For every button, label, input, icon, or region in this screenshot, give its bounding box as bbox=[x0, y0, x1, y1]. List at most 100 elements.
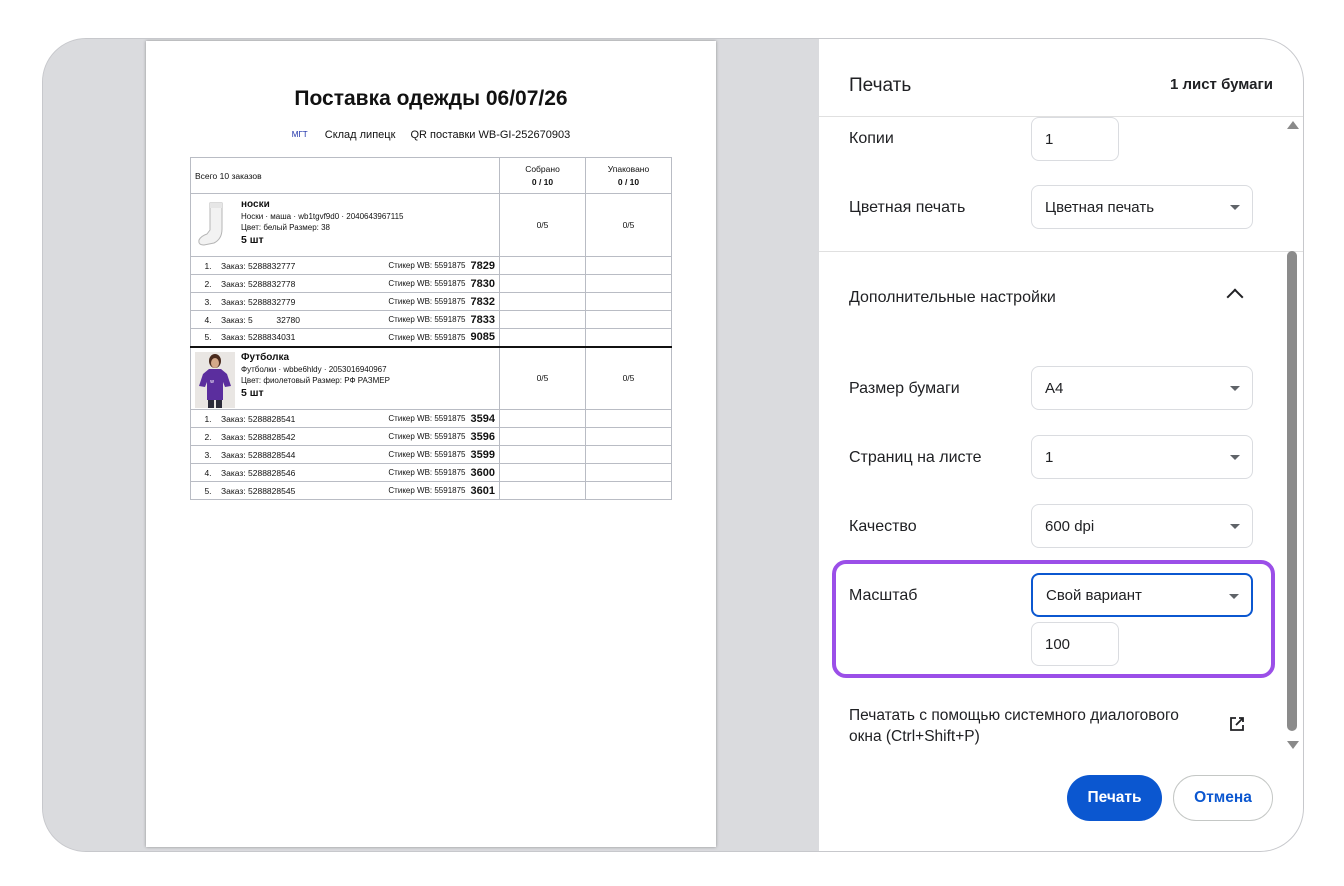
order-id: Заказ: 5 32780 bbox=[221, 314, 300, 325]
document-subtitle: МГТ Склад липецк QR поставки WB-GI-25267… bbox=[146, 129, 716, 141]
sticker-id: Стикер WB: 5591875 bbox=[388, 315, 466, 324]
order-number: 2. bbox=[204, 431, 212, 442]
sticker-id: Стикер WB: 5591875 bbox=[388, 432, 466, 441]
chevron-up-icon[interactable] bbox=[1226, 288, 1244, 306]
table-row: 4. Заказ: 5 32780 Стикер WB: 5591875 7833 bbox=[190, 310, 672, 329]
table-row: 5. Заказ: 5288834031 Стикер WB: 5591875 908… bbox=[190, 328, 672, 347]
brand-tag: МГТ bbox=[291, 130, 308, 139]
table-row: 1. Заказ: 5288828541 Стикер WB: 5591875 359… bbox=[190, 409, 672, 428]
table-header-row: Всего 10 заказов Собрано 0 / 10 Упакован… bbox=[190, 157, 672, 194]
paper-size-label: Размер бумаги bbox=[849, 380, 960, 397]
sock-icon bbox=[195, 199, 235, 251]
print-button[interactable]: Печать bbox=[1067, 775, 1162, 821]
sticker-last4: 3601 bbox=[470, 484, 495, 497]
scrollbar-thumb[interactable] bbox=[1287, 251, 1297, 731]
product-name: носки bbox=[241, 199, 270, 210]
order-id: Заказ: 5288828544 bbox=[221, 449, 296, 460]
warehouse-name: Склад липецк bbox=[324, 129, 396, 141]
scroll-down-icon[interactable] bbox=[1287, 741, 1299, 749]
scale-label: Масштаб bbox=[849, 587, 918, 604]
scale-select-value: Свой вариант bbox=[1046, 586, 1142, 604]
advanced-settings-label[interactable]: Дополнительные настройки bbox=[849, 289, 1056, 307]
svg-text:w: w bbox=[210, 379, 214, 385]
pages-per-sheet-label: Страниц на листе bbox=[849, 449, 982, 466]
product-attributes: Цвет: фиолетовый Размер: РФ РАЗМЕР bbox=[241, 376, 390, 386]
order-id: Заказ: 5288832778 bbox=[221, 278, 296, 289]
sticker-last4: 3599 bbox=[470, 448, 495, 461]
sticker-id: Стикер WB: 5591875 bbox=[388, 468, 466, 477]
scale-select[interactable]: Свой вариант bbox=[1031, 573, 1253, 617]
quality-label: Качество bbox=[849, 518, 917, 535]
product-packed: 0/5 bbox=[585, 193, 672, 257]
chevron-down-icon bbox=[1230, 455, 1240, 460]
chevron-down-icon bbox=[1230, 524, 1240, 529]
color-select-value: Цветная печать bbox=[1045, 198, 1155, 216]
color-select[interactable]: Цветная печать bbox=[1031, 185, 1253, 229]
order-id: Заказ: 5288828542 bbox=[221, 431, 296, 442]
chevron-down-icon bbox=[1230, 205, 1240, 210]
table-row: 1. Заказ: 5288832777 Стикер WB: 5591875 782… bbox=[190, 256, 672, 275]
product-collected: 0/5 bbox=[499, 193, 586, 257]
order-number: 5. bbox=[204, 332, 212, 343]
print-settings-panel: Печать 1 лист бумаги Копии 1 Цветная печ… bbox=[819, 39, 1303, 851]
sticker-id: Стикер WB: 5591875 bbox=[388, 297, 466, 306]
packed-value: 0 / 10 bbox=[617, 177, 640, 187]
qr-code: WB-GI-252670903 bbox=[478, 129, 571, 141]
open-in-new-icon[interactable] bbox=[1229, 716, 1245, 732]
order-number: 3. bbox=[204, 296, 212, 307]
tshirt-photo: w bbox=[195, 352, 235, 409]
order-number: 3. bbox=[204, 449, 212, 460]
pages-per-sheet-select[interactable]: 1 bbox=[1031, 435, 1253, 479]
quality-value: 600 dpi bbox=[1045, 517, 1095, 535]
sticker-last4: 3596 bbox=[470, 430, 495, 443]
product-row: носки Носки · маша · wb1tgvf9d0 · 204064… bbox=[190, 193, 672, 257]
cancel-button[interactable]: Отмена bbox=[1173, 775, 1273, 821]
order-id: Заказ: 5288832777 bbox=[221, 260, 296, 271]
paper-size-value: A4 bbox=[1045, 379, 1064, 397]
sticker-last4: 7830 bbox=[470, 277, 495, 290]
sticker-id: Стикер WB: 5591875 bbox=[388, 450, 466, 459]
chevron-down-icon bbox=[1229, 594, 1239, 599]
chevron-down-icon bbox=[1230, 386, 1240, 391]
product-row: w Футболка Футболки · wbbe6hldy · 205301… bbox=[190, 345, 672, 410]
sticker-last4: 7832 bbox=[470, 295, 495, 308]
product-quantity: 5 шт bbox=[241, 234, 264, 246]
total-orders: Всего 10 заказов bbox=[190, 157, 500, 194]
product-collected: 0/5 bbox=[499, 345, 586, 410]
order-number: 2. bbox=[204, 278, 212, 289]
table-row: 2. Заказ: 5288828542 Стикер WB: 5591875 359… bbox=[190, 427, 672, 446]
table-row: 2. Заказ: 5288832778 Стикер WB: 5591875 783… bbox=[190, 274, 672, 293]
scroll-up-icon[interactable] bbox=[1287, 121, 1299, 129]
quality-select[interactable]: 600 dpi bbox=[1031, 504, 1253, 548]
table-row: 3. Заказ: 5288828544 Стикер WB: 5591875 359… bbox=[190, 445, 672, 464]
sticker-last4: 3594 bbox=[470, 412, 495, 425]
order-number: 4. bbox=[204, 314, 212, 325]
product-quantity: 5 шт bbox=[241, 387, 264, 400]
order-id: Заказ: 5288828541 bbox=[221, 413, 296, 424]
sticker-id: Стикер WB: 5591875 bbox=[388, 279, 466, 288]
collected-label: Собрано bbox=[525, 164, 560, 174]
sticker-last4: 7833 bbox=[470, 313, 495, 326]
panel-title: Печать bbox=[849, 75, 912, 96]
table-row: 4. Заказ: 5288828546 Стикер WB: 5591875 360… bbox=[190, 463, 672, 482]
color-label: Цветная печать bbox=[849, 199, 966, 216]
sticker-id: Стикер WB: 5591875 bbox=[388, 486, 466, 495]
product-attributes: Цвет: белый Размер: 38 bbox=[241, 223, 330, 232]
print-dialog-window: Поставка одежды 06/07/26 МГТ Склад липец… bbox=[42, 38, 1304, 852]
system-dialog-link[interactable]: Печатать с помощью системного диалоговог… bbox=[849, 705, 1189, 747]
sticker-last4: 9085 bbox=[470, 331, 495, 344]
print-preview-area: Поставка одежды 06/07/26 МГТ Склад липец… bbox=[43, 39, 819, 851]
copies-input[interactable]: 1 bbox=[1031, 117, 1119, 161]
sticker-id: Стикер WB: 5591875 bbox=[388, 332, 466, 342]
scale-custom-input[interactable]: 100 bbox=[1031, 622, 1119, 666]
order-number: 5. bbox=[204, 485, 212, 496]
paper-size-select[interactable]: A4 bbox=[1031, 366, 1253, 410]
product-name: Футболка bbox=[241, 352, 290, 364]
order-number: 1. bbox=[204, 260, 212, 271]
sticker-id: Стикер WB: 5591875 bbox=[388, 414, 466, 423]
collected-header: Собрано 0 / 10 bbox=[499, 157, 586, 194]
section-divider bbox=[819, 251, 1303, 252]
preview-page: Поставка одежды 06/07/26 МГТ Склад липец… bbox=[146, 41, 716, 847]
copies-label: Копии bbox=[849, 130, 894, 147]
scrollbar[interactable] bbox=[1285, 119, 1299, 755]
